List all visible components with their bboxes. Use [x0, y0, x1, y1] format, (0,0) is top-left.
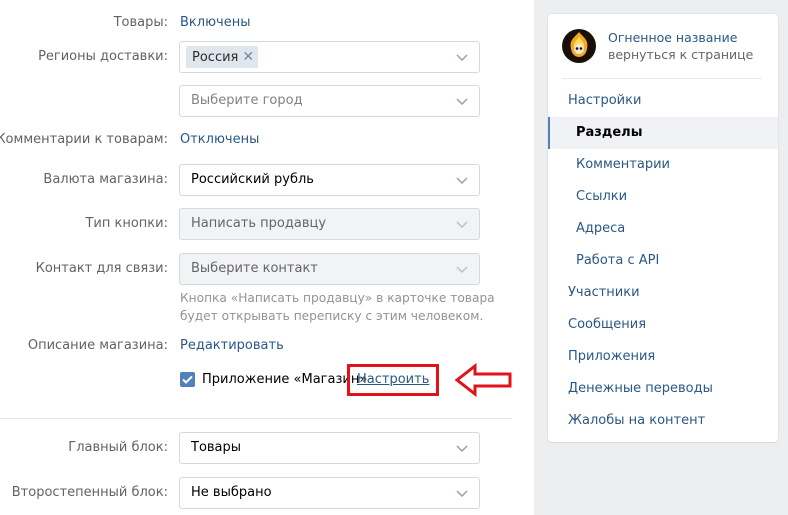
chevron-down-icon	[456, 266, 468, 274]
currency-label: Валюта магазина:	[43, 172, 168, 187]
chevron-down-icon	[456, 221, 468, 229]
settings-sidebar: Огненное название вернуться к странице Н…	[548, 14, 778, 442]
currency-row: Валюта магазина: Российский рубль	[0, 164, 534, 196]
remove-tag-icon[interactable]: ✕	[242, 46, 254, 68]
goods-label: Товары:	[113, 15, 168, 30]
avatar[interactable]	[562, 29, 596, 63]
sidebar-divider	[562, 78, 762, 79]
edit-description-link[interactable]: Редактировать	[180, 330, 284, 362]
app-shop-checkbox[interactable]	[180, 372, 195, 387]
sidebar-item-messages[interactable]: Сообщения	[548, 309, 778, 341]
button-type-label: Тип кнопки:	[85, 216, 168, 231]
comments-toggle-link[interactable]: Отключены	[180, 124, 259, 156]
comments-label: Комментарии к товарам:	[0, 132, 168, 147]
sidebar-item-apps[interactable]: Приложения	[548, 341, 778, 373]
group-name-link[interactable]: Огненное название	[608, 30, 737, 45]
delivery-regions-label: Регионы доставки:	[38, 49, 168, 64]
secondary-block-select[interactable]: Не выбрано	[179, 477, 480, 509]
button-type-value: Написать продавцу	[191, 216, 327, 231]
button-type-select[interactable]: Написать продавцу	[179, 208, 480, 240]
sidebar-item-money-transfers[interactable]: Денежные переводы	[548, 373, 778, 405]
section-divider	[0, 418, 512, 419]
region-tag-label: Россия	[192, 50, 239, 65]
sidebar-item-members[interactable]: Участники	[548, 277, 778, 309]
city-select[interactable]: Выберите город	[179, 85, 480, 117]
region-tag: Россия ✕	[186, 46, 259, 68]
sidebar-item-comments[interactable]: Комментарии	[548, 149, 778, 181]
secondary-block-value: Не выбрано	[191, 485, 272, 500]
secondary-block-row: Второстепенный блок: Не выбрано	[0, 477, 534, 509]
chevron-down-icon	[456, 54, 468, 62]
delivery-regions-row: Регионы доставки: Россия ✕	[0, 41, 534, 73]
sidebar-item-content-complaints[interactable]: Жалобы на контент	[548, 405, 778, 437]
chevron-down-icon	[456, 445, 468, 453]
description-label: Описание магазина:	[27, 338, 168, 353]
sidebar-item-addresses[interactable]: Адреса	[548, 213, 778, 245]
main-block-row: Главный блок: Товары	[0, 432, 534, 464]
contact-label: Контакт для связи:	[35, 261, 168, 276]
goods-toggle-link[interactable]: Включены	[180, 7, 250, 39]
chevron-down-icon	[456, 490, 468, 498]
back-to-page-link[interactable]: вернуться к странице	[608, 47, 753, 62]
city-row: Выберите город	[0, 85, 534, 117]
goods-row: Товары: Включены	[0, 7, 534, 39]
contact-select[interactable]: Выберите контакт	[179, 253, 480, 285]
main-block-value: Товары	[191, 440, 242, 455]
contact-placeholder: Выберите контакт	[191, 261, 318, 276]
currency-value: Российский рубль	[191, 172, 314, 187]
currency-select[interactable]: Российский рубль	[179, 164, 480, 196]
sidebar-item-links[interactable]: Ссылки	[548, 181, 778, 213]
comments-row: Комментарии к товарам: Отключены	[0, 124, 534, 156]
chevron-down-icon	[456, 177, 468, 185]
city-placeholder: Выберите город	[191, 93, 303, 108]
chevron-down-icon	[456, 98, 468, 106]
secondary-block-label: Второстепенный блок:	[11, 485, 168, 500]
button-type-row: Тип кнопки: Написать продавцу	[0, 208, 534, 240]
main-block-label: Главный блок:	[68, 440, 168, 455]
check-icon	[182, 375, 193, 384]
main-block-select[interactable]: Товары	[179, 432, 480, 464]
settings-form: Товары: Включены Регионы доставки: Росси…	[0, 0, 534, 515]
highlight-box	[347, 364, 439, 396]
contact-row: Контакт для связи: Выберите контакт	[0, 253, 534, 285]
sidebar-item-sections[interactable]: Разделы	[548, 117, 778, 149]
flaming-skull-icon	[570, 32, 588, 57]
description-row: Описание магазина: Редактировать	[0, 330, 534, 362]
left-arrow-icon	[455, 363, 512, 397]
sidebar-item-settings[interactable]: Настройки	[548, 85, 778, 117]
delivery-regions-select[interactable]: Россия ✕	[179, 41, 480, 73]
app-shop-label: Приложение «Магазин»	[202, 372, 368, 387]
contact-hint: Кнопка «Написать продавцу» в карточке то…	[180, 291, 495, 323]
sidebar-item-api[interactable]: Работа с API	[548, 245, 778, 277]
